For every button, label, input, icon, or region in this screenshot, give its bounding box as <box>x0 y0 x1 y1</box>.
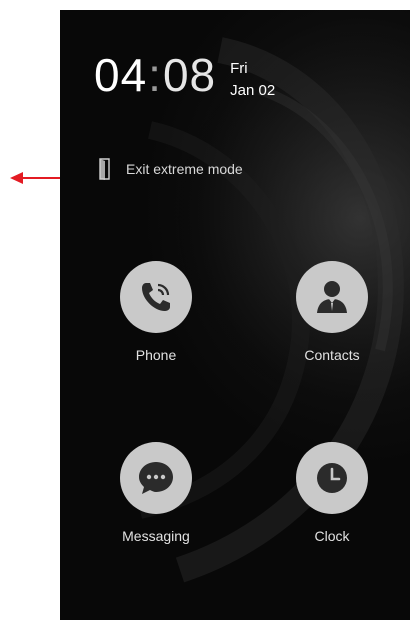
app-phone-label: Phone <box>135 347 177 363</box>
day-label: Fri <box>230 60 248 77</box>
app-messaging-circle[interactable] <box>120 442 192 514</box>
app-contacts[interactable]: Contacts <box>272 261 392 363</box>
app-contacts-label: Contacts <box>304 347 360 363</box>
time-minutes: 08 <box>162 49 217 101</box>
phone-screen: 04 : 08 Fri Jan 02 Exit extreme mode Pho… <box>60 10 410 620</box>
app-clock[interactable]: Clock <box>272 442 392 544</box>
time-display: 04 : 08 <box>94 52 216 98</box>
message-bubble-icon <box>139 462 173 494</box>
app-messaging[interactable]: Messaging <box>96 442 216 544</box>
app-clock-circle[interactable] <box>296 442 368 514</box>
phone-icon <box>142 283 170 311</box>
date-label: Jan 02 <box>230 82 276 99</box>
app-phone[interactable]: Phone <box>96 261 216 363</box>
exit-extreme-mode-label: Exit extreme mode <box>126 161 243 177</box>
app-phone-circle[interactable] <box>120 261 192 333</box>
contact-person-icon <box>317 281 347 313</box>
app-messaging-label: Messaging <box>122 528 190 544</box>
app-contacts-circle[interactable] <box>296 261 368 333</box>
exit-door-icon <box>99 158 110 180</box>
app-clock-label: Clock <box>314 528 350 544</box>
time-hours: 04 <box>94 49 148 101</box>
lockscreen-clock: 04 : 08 Fri Jan 02 <box>94 52 275 102</box>
clock-icon <box>317 463 347 493</box>
date-display: Fri Jan 02 <box>230 58 275 102</box>
page: 04 : 08 Fri Jan 02 Exit extreme mode Pho… <box>0 0 410 620</box>
time-separator: : <box>148 49 162 101</box>
exit-extreme-mode-button[interactable]: Exit extreme mode <box>98 158 243 180</box>
